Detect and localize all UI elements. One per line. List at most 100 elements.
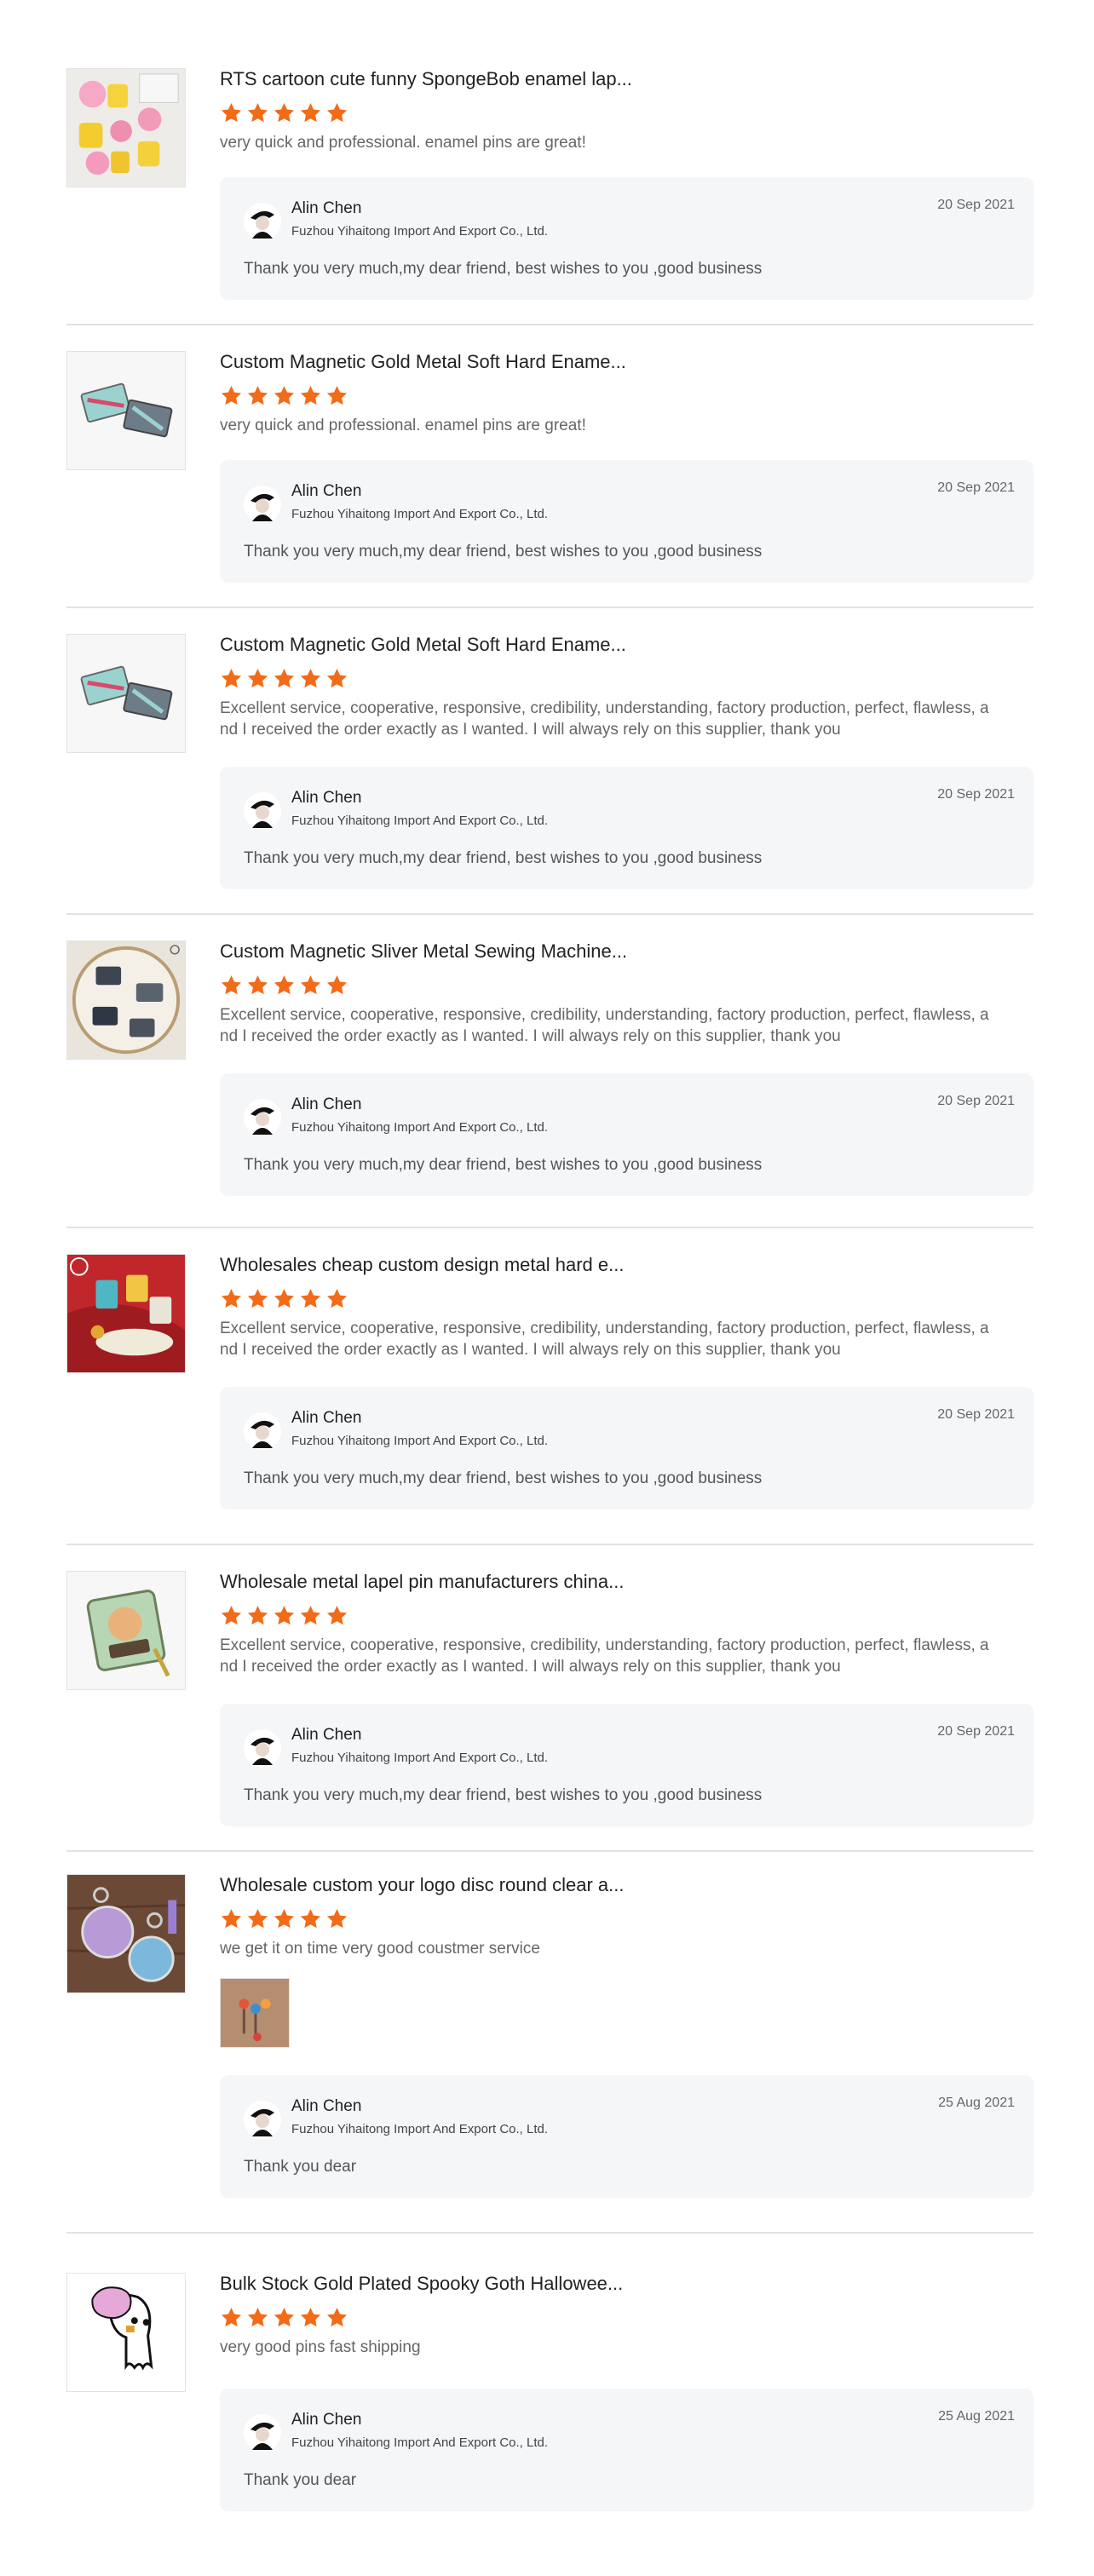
divider	[66, 1544, 1034, 1545]
supplier-reply: Alin Chen Fuzhou Yihaitong Import And Ex…	[220, 2389, 1034, 2511]
review-comment-line: nd I received the order exactly as I wan…	[220, 721, 841, 739]
review-comment: we get it on time very good coustmer ser…	[220, 1940, 540, 1958]
supplier-reply: Alin Chen Fuzhou Yihaitong Import And Ex…	[220, 767, 1034, 889]
reply-company-name: Fuzhou Yihaitong Import And Export Co., …	[291, 507, 549, 521]
avatar	[244, 1412, 281, 1450]
review-comment: Excellent service, cooperative, responsi…	[220, 1635, 1034, 1677]
review-body: Wholesale custom your logo disc round cl…	[220, 1874, 1034, 2048]
avatar	[244, 203, 281, 240]
reply-date: 25 Aug 2021	[938, 2096, 1015, 2110]
review-comment: very quick and professional. enamel pins…	[220, 417, 586, 434]
avatar	[244, 2101, 281, 2138]
star-icon	[326, 1606, 348, 1625]
reply-company-name: Fuzhou Yihaitong Import And Export Co., …	[291, 1120, 549, 1135]
avatar	[244, 1729, 281, 1767]
reply-company-name: Fuzhou Yihaitong Import And Export Co., …	[291, 1434, 549, 1448]
star-icon	[274, 1909, 295, 1929]
star-icon	[221, 103, 242, 123]
reply-author-name: Alin Chen	[291, 789, 362, 807]
product-title-link[interactable]: Wholesale metal lapel pin manufacturers …	[220, 1570, 1034, 1594]
sewing-machine-pins-thumbnail[interactable]	[66, 940, 186, 1060]
star-icon	[326, 2308, 348, 2327]
avatar	[244, 792, 281, 830]
review-comment-line: Excellent service, cooperative, responsi…	[220, 1320, 989, 1337]
review-body: Custom Magnetic Gold Metal Soft Hard Ena…	[220, 351, 1034, 436]
review-comment-line: nd I received the order exactly as I wan…	[220, 1658, 841, 1676]
divider	[66, 1227, 1034, 1228]
review-comment-line: nd I received the order exactly as I wan…	[220, 1027, 841, 1045]
product-title-link[interactable]: Custom Magnetic Gold Metal Soft Hard Ena…	[220, 633, 1034, 657]
spongebob-pins-thumbnail[interactable]	[66, 68, 186, 187]
star-icon	[326, 1909, 348, 1929]
review-item: Custom Magnetic Gold Metal Soft Hard Ena…	[66, 351, 1034, 608]
star-icon	[300, 2308, 321, 2327]
review-body: Wholesale metal lapel pin manufacturers …	[220, 1571, 1034, 1677]
avatar	[244, 2414, 281, 2452]
magnetic-pins-thumbnail[interactable]	[66, 351, 186, 470]
star-icon	[300, 1909, 321, 1929]
keychain-photo[interactable]	[220, 1978, 290, 2048]
reply-date: 25 Aug 2021	[938, 2409, 1015, 2424]
product-title-link[interactable]: Custom Magnetic Gold Metal Soft Hard Ena…	[220, 350, 1034, 374]
review-comment: Excellent service, cooperative, responsi…	[220, 1318, 1034, 1360]
star-icon	[247, 386, 268, 405]
star-rating	[220, 2306, 1034, 2330]
review-comment-line: Excellent service, cooperative, responsi…	[220, 1006, 989, 1024]
reply-text: Thank you very much,my dear friend, best…	[244, 543, 763, 561]
product-title-link[interactable]: Wholesale custom your logo disc round cl…	[220, 1873, 1034, 1897]
review-item: Wholesale metal lapel pin manufacturers …	[66, 1571, 1034, 1852]
star-icon	[247, 2308, 268, 2327]
star-icon	[221, 1606, 242, 1625]
star-icon	[326, 975, 348, 995]
reply-date: 20 Sep 2021	[937, 1094, 1015, 1108]
product-title-link[interactable]: Bulk Stock Gold Plated Spooky Goth Hallo…	[220, 2272, 1034, 2296]
star-icon	[274, 386, 295, 405]
supplier-reply: Alin Chen Fuzhou Yihaitong Import And Ex…	[220, 177, 1034, 300]
review-item: Wholesale custom your logo disc round cl…	[66, 1874, 1034, 2234]
reply-company-name: Fuzhou Yihaitong Import And Export Co., …	[291, 2122, 549, 2136]
reply-author-name: Alin Chen	[291, 199, 362, 217]
reply-author-name: Alin Chen	[291, 1409, 362, 1427]
reply-text: Thank you very much,my dear friend, best…	[244, 849, 763, 867]
reply-text: Thank you very much,my dear friend, best…	[244, 260, 763, 278]
lapel-pin-thumbnail[interactable]	[66, 1571, 186, 1690]
reply-text: Thank you very much,my dear friend, best…	[244, 1469, 763, 1487]
product-title-link[interactable]: Custom Magnetic Sliver Metal Sewing Mach…	[220, 940, 1034, 963]
review-item: Custom Magnetic Sliver Metal Sewing Mach…	[66, 940, 1034, 1228]
ghost-pin-thumbnail[interactable]	[66, 2273, 186, 2392]
star-icon	[247, 669, 268, 688]
review-body: RTS cartoon cute funny SpongeBob enamel …	[220, 68, 1034, 153]
review-body: Custom Magnetic Gold Metal Soft Hard Ena…	[220, 634, 1034, 740]
star-icon	[300, 669, 321, 688]
star-icon	[300, 1606, 321, 1625]
review-comment: very quick and professional. enamel pins…	[220, 134, 586, 152]
reply-author-name: Alin Chen	[291, 1095, 362, 1113]
reply-date: 20 Sep 2021	[937, 1724, 1015, 1739]
reply-author-name: Alin Chen	[291, 482, 362, 500]
star-icon	[247, 1289, 268, 1308]
product-title-link[interactable]: RTS cartoon cute funny SpongeBob enamel …	[220, 67, 1034, 91]
reply-text: Thank you very much,my dear friend, best…	[244, 1786, 763, 1804]
avatar	[244, 1099, 281, 1136]
product-title-link[interactable]: Wholesales cheap custom design metal har…	[220, 1253, 1034, 1277]
star-icon	[221, 2308, 242, 2327]
review-comment-line: nd I received the order exactly as I wan…	[220, 1341, 841, 1359]
star-rating	[220, 667, 1034, 691]
star-rating	[220, 1604, 1034, 1628]
review-body: Wholesales cheap custom design metal har…	[220, 1254, 1034, 1360]
supplier-reply: Alin Chen Fuzhou Yihaitong Import And Ex…	[220, 2075, 1034, 2198]
review-body: Custom Magnetic Sliver Metal Sewing Mach…	[220, 940, 1034, 1047]
magnetic-pins-thumbnail[interactable]	[66, 634, 186, 753]
divider	[66, 2232, 1034, 2234]
reply-date: 20 Sep 2021	[937, 787, 1015, 802]
supplier-reply: Alin Chen Fuzhou Yihaitong Import And Ex…	[220, 1073, 1034, 1196]
star-icon	[326, 386, 348, 405]
christmas-pins-thumbnail[interactable]	[66, 1254, 186, 1373]
reply-company-name: Fuzhou Yihaitong Import And Export Co., …	[291, 2435, 549, 2450]
divider	[66, 1850, 1034, 1852]
review-comment-line: Excellent service, cooperative, responsi…	[220, 699, 989, 717]
star-icon	[274, 669, 295, 688]
acrylic-keychain-thumbnail[interactable]	[66, 1874, 186, 1993]
reply-text: Thank you very much,my dear friend, best…	[244, 1156, 763, 1174]
star-icon	[274, 103, 295, 123]
